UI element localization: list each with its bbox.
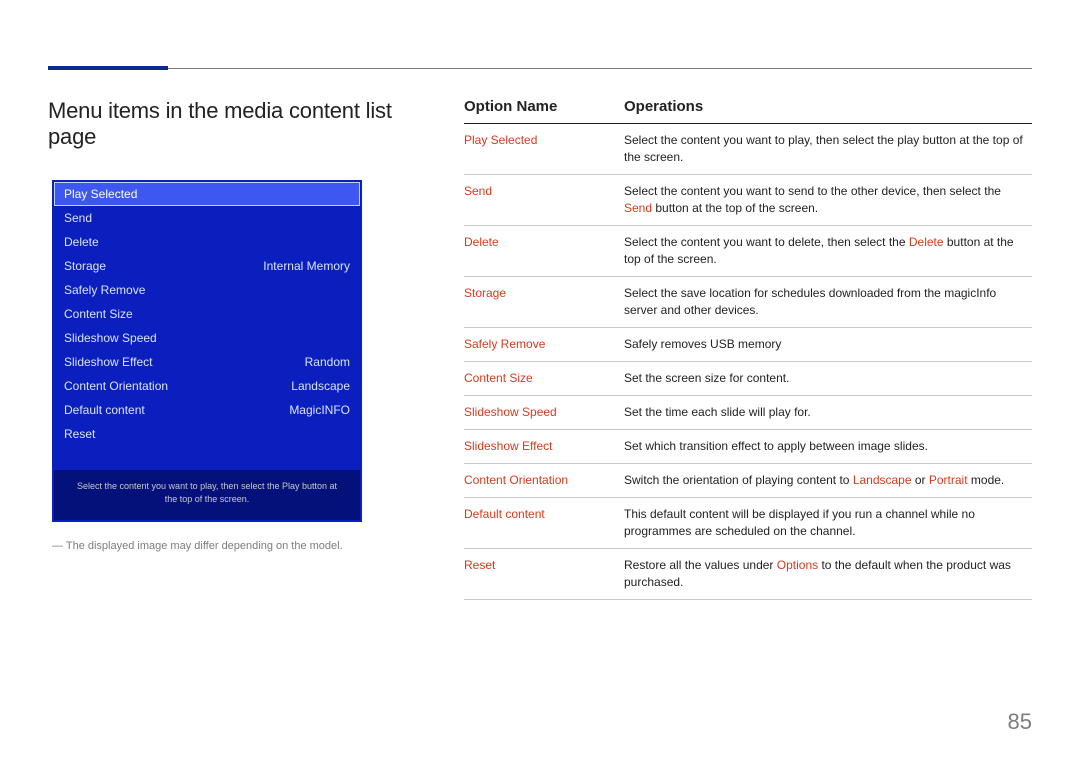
operations-text: Set which transition effect to apply bet… bbox=[624, 439, 928, 453]
table-row: SendSelect the content you want to send … bbox=[464, 175, 1032, 226]
top-accent bbox=[48, 66, 168, 70]
highlight-text: Delete bbox=[909, 235, 944, 249]
menu-row-label: Slideshow Effect bbox=[64, 355, 153, 369]
option-name-cell: Slideshow Speed bbox=[464, 404, 624, 421]
operations-cell: Select the save location for schedules d… bbox=[624, 285, 1032, 319]
operations-text: or bbox=[912, 473, 929, 487]
operations-text: Set the screen size for content. bbox=[624, 371, 789, 385]
menu-row[interactable]: Send bbox=[54, 206, 360, 230]
table-row: Content SizeSet the screen size for cont… bbox=[464, 362, 1032, 396]
operations-cell: Safely removes USB memory bbox=[624, 336, 1032, 353]
operations-text: This default content will be displayed i… bbox=[624, 507, 975, 538]
menu-row-label: Reset bbox=[64, 427, 95, 441]
operations-text: Safely removes USB memory bbox=[624, 337, 781, 351]
menu-row-label: Safely Remove bbox=[64, 283, 145, 297]
highlight-text: Landscape bbox=[853, 473, 912, 487]
right-column: Option Name Operations Play SelectedSele… bbox=[464, 98, 1032, 600]
table-head: Option Name Operations bbox=[464, 98, 1032, 124]
highlight-text: Send bbox=[624, 201, 652, 215]
operations-text: Restore all the values under bbox=[624, 558, 777, 572]
option-name-cell: Slideshow Effect bbox=[464, 438, 624, 455]
table-head-option-name: Option Name bbox=[464, 98, 624, 115]
menu-help-text: Select the content you want to play, the… bbox=[54, 470, 360, 520]
menu-row-value: Landscape bbox=[291, 379, 350, 393]
table-row: ResetRestore all the values under Option… bbox=[464, 549, 1032, 600]
table-head-operations: Operations bbox=[624, 98, 1032, 115]
operations-text: Select the content you want to play, the… bbox=[624, 133, 1023, 164]
operations-cell: This default content will be displayed i… bbox=[624, 506, 1032, 540]
operations-text: Select the save location for schedules d… bbox=[624, 286, 996, 317]
option-name-cell: Content Size bbox=[464, 370, 624, 387]
columns: Menu items in the media content list pag… bbox=[48, 98, 1032, 600]
menu-row[interactable]: Slideshow Speed bbox=[54, 326, 360, 350]
operations-cell: Switch the orientation of playing conten… bbox=[624, 472, 1032, 489]
menu-row-value: MagicINFO bbox=[289, 403, 350, 417]
table-row: Slideshow SpeedSet the time each slide w… bbox=[464, 396, 1032, 430]
page-number: 85 bbox=[1008, 709, 1032, 735]
table-body: Play SelectedSelect the content you want… bbox=[464, 124, 1032, 600]
menu-row[interactable]: Reset bbox=[54, 422, 360, 446]
menu-row[interactable]: Storage Internal Memory bbox=[54, 254, 360, 278]
operations-cell: Set the time each slide will play for. bbox=[624, 404, 1032, 421]
menu-row-value: Random bbox=[305, 355, 350, 369]
option-name-cell: Send bbox=[464, 183, 624, 217]
operations-cell: Set the screen size for content. bbox=[624, 370, 1032, 387]
operations-text: Select the content you want to send to t… bbox=[624, 184, 1001, 198]
menu-row-label: Send bbox=[64, 211, 92, 225]
menu-row[interactable]: Slideshow Effect Random bbox=[54, 350, 360, 374]
left-column: Menu items in the media content list pag… bbox=[48, 98, 428, 600]
option-name-cell: Play Selected bbox=[464, 132, 624, 166]
highlight-text: Options bbox=[777, 558, 818, 572]
option-name-cell: Reset bbox=[464, 557, 624, 591]
menu-row-label: Delete bbox=[64, 235, 99, 249]
table-row: Default contentThis default content will… bbox=[464, 498, 1032, 549]
operations-text: Select the content you want to delete, t… bbox=[624, 235, 909, 249]
operations-cell: Set which transition effect to apply bet… bbox=[624, 438, 1032, 455]
highlight-text: Portrait bbox=[929, 473, 968, 487]
menu-footnote: ― The displayed image may differ dependi… bbox=[52, 540, 428, 552]
option-name-cell: Delete bbox=[464, 234, 624, 268]
menu-panel: Play Selected Send Delete Storage Internal M… bbox=[52, 180, 362, 522]
option-name-cell: Default content bbox=[464, 506, 624, 540]
menu-row-label: Content Orientation bbox=[64, 379, 168, 393]
option-name-cell: Content Orientation bbox=[464, 472, 624, 489]
option-name-cell: Storage bbox=[464, 285, 624, 319]
table-row: StorageSelect the save location for sche… bbox=[464, 277, 1032, 328]
operations-text: Set the time each slide will play for. bbox=[624, 405, 811, 419]
table-row: Play SelectedSelect the content you want… bbox=[464, 124, 1032, 175]
menu-row[interactable]: Play Selected bbox=[54, 182, 360, 206]
menu-row-value: Internal Memory bbox=[263, 259, 350, 273]
menu-row-label: Storage bbox=[64, 259, 106, 273]
menu-row-label: Play Selected bbox=[64, 187, 137, 201]
top-rule bbox=[48, 68, 1032, 69]
menu-row-label: Slideshow Speed bbox=[64, 331, 157, 345]
operations-cell: Select the content you want to send to t… bbox=[624, 183, 1032, 217]
page: Menu items in the media content list pag… bbox=[0, 0, 1080, 763]
menu-row-label: Content Size bbox=[64, 307, 133, 321]
menu-row[interactable]: Default content MagicINFO bbox=[54, 398, 360, 422]
section-heading: Menu items in the media content list pag… bbox=[48, 98, 428, 150]
menu-row[interactable]: Delete bbox=[54, 230, 360, 254]
operations-cell: Select the content you want to delete, t… bbox=[624, 234, 1032, 268]
menu-row[interactable]: Content Size bbox=[54, 302, 360, 326]
menu-row[interactable]: Safely Remove bbox=[54, 278, 360, 302]
menu-list: Play Selected Send Delete Storage Internal M… bbox=[54, 182, 360, 446]
operations-cell: Restore all the values under Options to … bbox=[624, 557, 1032, 591]
table-row: Slideshow EffectSet which transition eff… bbox=[464, 430, 1032, 464]
table-row: DeleteSelect the content you want to del… bbox=[464, 226, 1032, 277]
operations-text: button at the top of the screen. bbox=[652, 201, 818, 215]
operations-cell: Select the content you want to play, the… bbox=[624, 132, 1032, 166]
option-name-cell: Safely Remove bbox=[464, 336, 624, 353]
table-row: Content OrientationSwitch the orientatio… bbox=[464, 464, 1032, 498]
menu-row-label: Default content bbox=[64, 403, 145, 417]
menu-row[interactable]: Content Orientation Landscape bbox=[54, 374, 360, 398]
operations-text: mode. bbox=[968, 473, 1005, 487]
operations-text: Switch the orientation of playing conten… bbox=[624, 473, 853, 487]
table-row: Safely RemoveSafely removes USB memory bbox=[464, 328, 1032, 362]
